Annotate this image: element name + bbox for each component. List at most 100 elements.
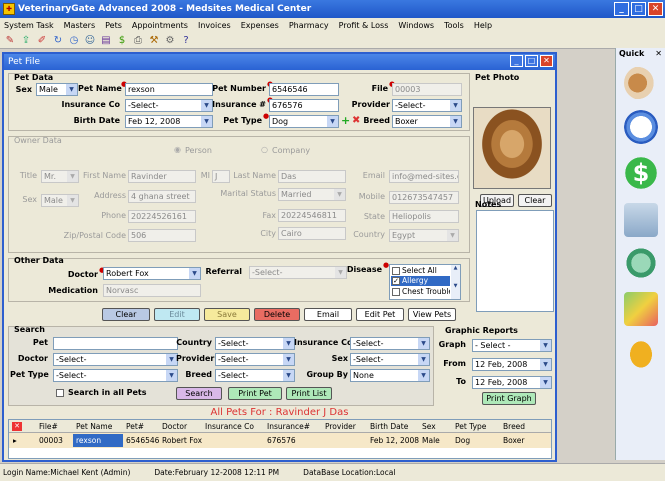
search-pet-input[interactable]: [53, 337, 178, 350]
column-header[interactable]: Breed: [503, 422, 525, 431]
column-header[interactable]: Birth Date: [370, 422, 408, 431]
disease-list[interactable]: Select All ✓ Allergy Chest Trouble ▲ ▼: [389, 264, 461, 300]
edit-icon[interactable]: ✐: [36, 35, 48, 47]
column-header[interactable]: Insurance#: [267, 422, 310, 431]
add-type-icon[interactable]: +: [341, 114, 350, 127]
table-row[interactable]: ▸ 00003 rexson 6546546 Robert Fox 676576…: [9, 433, 551, 448]
menu-help[interactable]: Help: [474, 21, 492, 30]
phone-input[interactable]: 20224526161: [128, 210, 196, 223]
insurance-co-select[interactable]: -Select-: [125, 99, 213, 112]
quick-close-icon[interactable]: ✕: [655, 48, 662, 60]
column-header[interactable]: Insurance Co: [205, 422, 254, 431]
clock-quick-icon[interactable]: [624, 110, 658, 144]
provider-select[interactable]: -Select-: [392, 99, 462, 112]
first-name-input[interactable]: Ravinder: [128, 170, 196, 183]
breed-select[interactable]: Boxer: [392, 115, 462, 128]
menu-tools[interactable]: Tools: [444, 21, 464, 30]
address-input[interactable]: 4 ghana street: [128, 190, 196, 203]
search-insurance-select[interactable]: -Select-: [350, 337, 430, 350]
disease-check-allergy[interactable]: ✓: [392, 277, 400, 285]
table-delete-icon[interactable]: ✕: [12, 422, 22, 431]
search-provider-select[interactable]: -Select-: [215, 353, 295, 366]
company-radio[interactable]: ○: [261, 145, 268, 154]
search-country-select[interactable]: -Select-: [215, 337, 295, 350]
open-icon[interactable]: ⇪: [20, 35, 32, 47]
notes-textarea[interactable]: [476, 210, 554, 312]
disease-check-chest-trouble[interactable]: [392, 288, 400, 296]
print-list-button[interactable]: Print List: [286, 387, 332, 400]
pet-file-minimize-button[interactable]: _: [510, 55, 523, 67]
doctor-select[interactable]: Robert Fox: [103, 267, 201, 280]
menu-windows[interactable]: Windows: [398, 21, 434, 30]
zip-code-input[interactable]: 506: [128, 229, 196, 242]
clear-photo-button[interactable]: Clear: [518, 194, 552, 207]
pet-file-maximize-button[interactable]: □: [525, 55, 538, 67]
marital-status-select[interactable]: Married: [278, 188, 346, 201]
disease-list-scrollbar[interactable]: ▲ ▼: [451, 265, 460, 299]
referral-select[interactable]: -Select-: [249, 266, 347, 279]
pet-sex-select[interactable]: Male: [36, 83, 78, 96]
state-input[interactable]: Heliopolis: [389, 210, 459, 223]
column-header[interactable]: Doctor: [162, 422, 187, 431]
owner-sex-select[interactable]: Male: [41, 194, 79, 207]
report-icon[interactable]: ▤: [100, 35, 112, 47]
pet-number-input[interactable]: 6546546: [269, 83, 339, 96]
close-button[interactable]: ✕: [648, 2, 663, 16]
menu-expenses[interactable]: Expenses: [241, 21, 279, 30]
search-group-by-select[interactable]: None: [350, 369, 430, 382]
last-name-input[interactable]: Das: [278, 170, 346, 183]
users-icon[interactable]: ☺: [84, 35, 96, 47]
maximize-button[interactable]: □: [631, 2, 646, 16]
email-button[interactable]: Email: [304, 308, 352, 321]
new-icon[interactable]: ✎: [4, 35, 16, 47]
search-doctor-select[interactable]: -Select-: [53, 353, 178, 366]
menu-profit-loss[interactable]: Profit & Loss: [339, 21, 389, 30]
column-header[interactable]: Pet Type: [455, 422, 486, 431]
pharmacy-quick-icon[interactable]: [624, 246, 658, 280]
tools-icon[interactable]: ⚒: [148, 35, 160, 47]
city-input[interactable]: Cairo: [278, 227, 346, 240]
settings-icon[interactable]: ⚙: [164, 35, 176, 47]
search-sex-select[interactable]: -Select-: [350, 353, 430, 366]
menu-invoices[interactable]: Invoices: [198, 21, 231, 30]
pets-quick-icon[interactable]: [624, 66, 658, 100]
menu-masters[interactable]: Masters: [64, 21, 96, 30]
help-icon[interactable]: ?: [180, 35, 192, 47]
column-header[interactable]: Pet#: [126, 422, 144, 431]
insurance-number-input[interactable]: 676576: [269, 99, 339, 112]
person-radio[interactable]: ◉: [174, 145, 181, 154]
from-date-picker[interactable]: 12 Feb, 2008: [472, 358, 552, 371]
view-pets-button[interactable]: View Pets: [408, 308, 456, 321]
money-quick-icon[interactable]: $: [624, 156, 658, 190]
search-breed-select[interactable]: -Select-: [215, 369, 295, 382]
minimize-button[interactable]: _: [614, 2, 629, 16]
menu-appointments[interactable]: Appointments: [132, 21, 188, 30]
medication-input[interactable]: Norvasc: [103, 284, 201, 297]
money-icon[interactable]: $: [116, 35, 128, 47]
title-select[interactable]: Mr.: [41, 170, 79, 183]
search-all-pets-checkbox[interactable]: [56, 389, 64, 397]
print-icon[interactable]: ⎙: [132, 35, 144, 47]
save-button[interactable]: Save: [204, 308, 250, 321]
country-select[interactable]: Egypt: [389, 229, 459, 242]
graph-select[interactable]: - Select -: [472, 339, 552, 352]
pet-name-input[interactable]: rexson: [125, 83, 213, 96]
edit-pet-button[interactable]: Edit Pet: [356, 308, 404, 321]
reports-quick-icon[interactable]: [624, 292, 658, 326]
to-date-picker[interactable]: 12 Feb, 2008: [472, 376, 552, 389]
clear-button[interactable]: Clear: [102, 308, 150, 321]
birth-date-picker[interactable]: Feb 12, 2008: [125, 115, 213, 128]
email-input[interactable]: info@med-sites.c: [389, 170, 459, 183]
bell-quick-icon[interactable]: [624, 334, 658, 368]
menu-system-task[interactable]: System Task: [4, 21, 54, 30]
search-pet-type-select[interactable]: -Select-: [53, 369, 178, 382]
pet-type-select[interactable]: Dog: [269, 115, 339, 128]
print-graph-button[interactable]: Print Graph: [482, 392, 536, 405]
column-header[interactable]: Provider: [325, 422, 356, 431]
pet-file-close-button[interactable]: ✕: [540, 55, 553, 67]
print-pet-button[interactable]: Print Pet: [228, 387, 282, 400]
clock-icon[interactable]: ◷: [68, 35, 80, 47]
column-header[interactable]: Sex: [422, 422, 436, 431]
column-header[interactable]: Pet Name: [76, 422, 112, 431]
menu-pharmacy[interactable]: Pharmacy: [289, 21, 329, 30]
